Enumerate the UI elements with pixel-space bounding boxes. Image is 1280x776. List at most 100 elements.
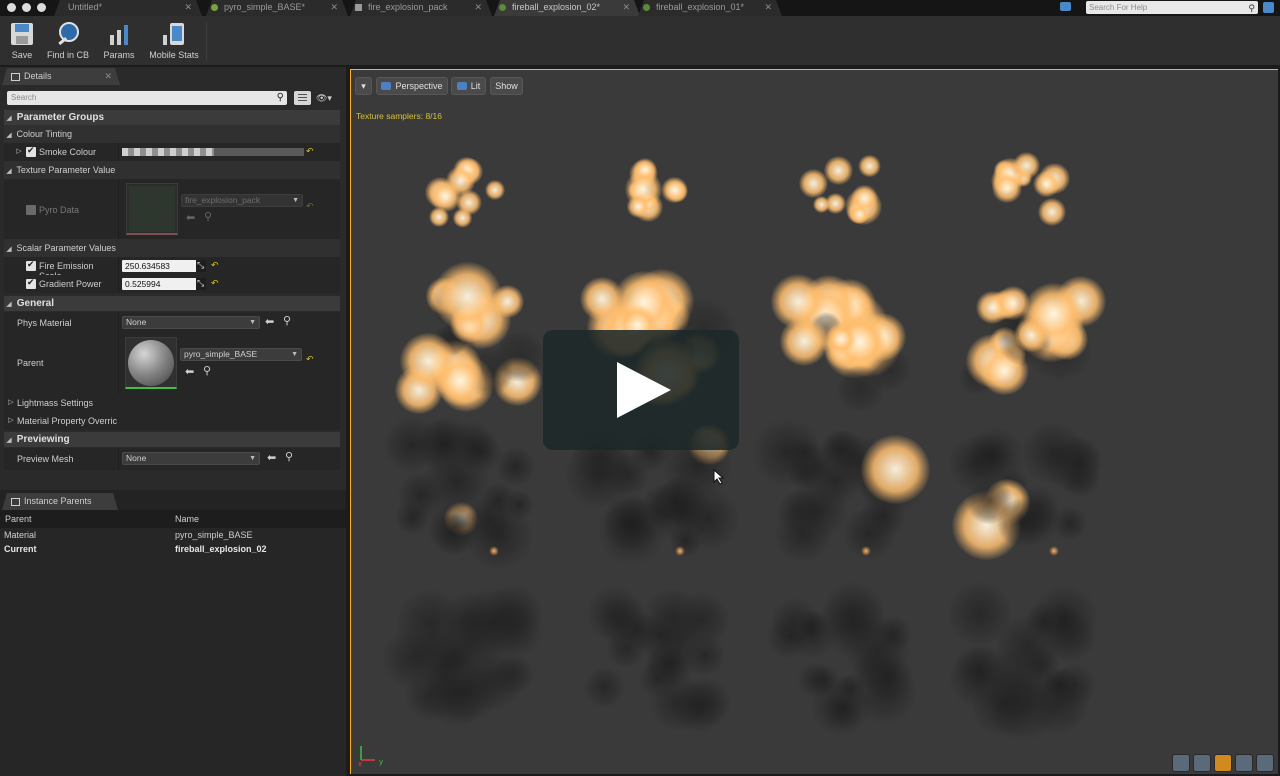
find-in-cb-button[interactable]: Find in CB — [44, 19, 92, 63]
details-tab-label: Details — [24, 71, 52, 81]
expand-arrow-icon[interactable]: ▷ — [14, 147, 24, 155]
perspective-button[interactable]: Perspective — [376, 77, 448, 95]
instance-parents-panel: Instance Parents Parent Name Material py… — [0, 490, 346, 776]
arrow-left-icon[interactable]: ⬅ — [185, 365, 194, 378]
smoke-colour-swatch[interactable] — [122, 148, 304, 156]
close-icon[interactable]: ✕ — [330, 0, 338, 15]
parent-label: Parent — [17, 358, 44, 368]
smoke-colour-checkbox[interactable] — [26, 145, 36, 157]
find-icon — [55, 21, 81, 47]
col-parent[interactable]: Parent — [5, 510, 32, 528]
close-icon[interactable]: ✕ — [104, 68, 112, 85]
save-button[interactable]: Save — [4, 19, 40, 63]
preview-cylinder-icon[interactable] — [1172, 754, 1190, 772]
window-close-icon[interactable] — [7, 3, 16, 12]
table-row[interactable]: Current fireball_explosion_02 — [0, 543, 346, 556]
viewport-options-button[interactable]: ▾ — [355, 77, 372, 95]
grid-icon[interactable] — [294, 91, 311, 105]
texture-parameter-group[interactable]: ◢ Texture Parameter Value — [4, 161, 340, 179]
tab-label: Untitled* — [68, 2, 103, 12]
table-row[interactable]: Material pyro_simple_BASE — [0, 529, 346, 542]
params-icon — [106, 21, 132, 47]
gradient-power-input[interactable]: 0.525994 — [122, 277, 206, 290]
mobile-stats-button[interactable]: Mobile Stats — [144, 19, 204, 63]
previewing-header[interactable]: ◢ Previewing — [4, 432, 340, 447]
material-instance-icon — [499, 4, 506, 11]
help-search-input[interactable]: Search For Help ⚲ — [1086, 1, 1258, 14]
phys-material-row: Phys Material None ▼ ⬅ ⚲ — [4, 312, 340, 334]
close-icon[interactable]: ✕ — [622, 0, 630, 15]
gradient-power-value: 0.525994 — [125, 279, 161, 289]
pyro-texture-dropdown[interactable]: fire_explosion_pack ▼ — [181, 194, 303, 207]
colour-tinting-group[interactable]: ◢ Colour Tinting — [4, 125, 340, 143]
general-header[interactable]: ◢ General — [4, 296, 340, 311]
axis-gizmo: xy — [357, 742, 383, 768]
parent-material-thumbnail[interactable] — [125, 337, 177, 389]
instance-parents-tab[interactable]: Instance Parents — [2, 493, 118, 510]
reset-arrow-icon[interactable]: ↶ — [306, 146, 314, 157]
gradient-power-checkbox[interactable] — [26, 277, 36, 289]
phys-material-value: None — [126, 317, 147, 327]
chat-icon[interactable] — [1060, 2, 1071, 11]
params-button[interactable]: Params — [100, 19, 138, 63]
lit-button[interactable]: Lit — [451, 77, 486, 95]
preview-cube-icon[interactable] — [1235, 754, 1253, 772]
arrow-left-icon[interactable]: ⬅ — [186, 211, 195, 224]
tab-fireball-explosion-02[interactable]: fireball_explosion_02* ✕ — [494, 0, 640, 16]
flipbook-frame — [749, 418, 930, 578]
play-button[interactable] — [543, 330, 739, 450]
details-search-input[interactable]: Search ⚲ — [7, 91, 287, 105]
arrow-left-icon[interactable]: ⬅ — [267, 451, 276, 464]
window-minimize-icon[interactable] — [22, 3, 31, 12]
fire-emission-input[interactable]: 250.634583 — [122, 259, 206, 272]
preview-sphere-icon[interactable] — [1193, 754, 1211, 772]
details-tab[interactable]: Details ✕ — [2, 68, 120, 85]
eye-icon[interactable]: 👁▾ — [316, 93, 338, 103]
lightmass-settings-row[interactable]: ▷ Lightmass Settings — [4, 394, 340, 412]
pyro-data-checkbox[interactable] — [26, 205, 36, 215]
tab-label: fireball_explosion_01* — [656, 2, 745, 12]
phys-material-dropdown[interactable]: None ▼ — [122, 316, 260, 329]
drag-spin-icon[interactable] — [196, 277, 206, 290]
fire-emission-checkbox[interactable] — [26, 259, 36, 271]
search-icon[interactable]: ⚲ — [1248, 2, 1255, 15]
close-icon[interactable]: ✕ — [474, 0, 482, 15]
window-maximize-icon[interactable] — [37, 3, 46, 12]
reset-arrow-icon[interactable]: ↶ — [211, 260, 219, 271]
magnifier-icon[interactable]: ⚲ — [204, 210, 212, 223]
col-name[interactable]: Name — [175, 510, 199, 528]
reset-arrow-icon[interactable]: ↶ — [211, 278, 219, 289]
mobile-stats-label: Mobile Stats — [149, 50, 199, 60]
preview-plane-icon[interactable] — [1214, 754, 1232, 772]
fire-emission-row: Fire Emission Scale 250.634583 ↶ — [4, 257, 340, 281]
arrow-left-icon[interactable]: ⬅ — [265, 315, 274, 328]
material-property-overrides-row[interactable]: ▷ Material Property Overric — [4, 412, 340, 430]
drag-spin-icon[interactable] — [196, 259, 206, 272]
find-label: Find in CB — [46, 50, 90, 60]
magnifier-icon[interactable]: ⚲ — [203, 364, 211, 377]
reset-arrow-icon[interactable]: ↶ — [306, 354, 314, 365]
parameter-groups-header[interactable]: ◢ Parameter Groups — [4, 110, 340, 125]
material-icon — [211, 4, 218, 11]
tab-untitled[interactable]: Untitled* ✕ — [54, 0, 202, 16]
reset-arrow-icon[interactable]: ↶ — [306, 201, 314, 212]
magnifier-icon[interactable]: ⚲ — [285, 450, 293, 463]
viewport-canvas[interactable]: ▾ Perspective Lit Show Texture samplers:… — [350, 69, 1278, 774]
pyro-texture-thumbnail[interactable] — [126, 183, 178, 235]
tab-pyro-simple-base[interactable]: pyro_simple_BASE* ✕ — [206, 0, 348, 16]
close-icon[interactable]: ✕ — [764, 0, 772, 15]
tab-fire-explosion-pack[interactable]: fire_explosion_pack ✕ — [350, 0, 492, 16]
close-icon[interactable]: ✕ — [184, 0, 192, 15]
tab-fireball-explosion-01[interactable]: fireball_explosion_01* ✕ — [638, 0, 782, 16]
scalar-parameter-group[interactable]: ◢ Scalar Parameter Values — [4, 239, 340, 257]
preview-mesh-dropdown[interactable]: None ▼ — [122, 452, 260, 465]
magnifier-icon[interactable]: ⚲ — [283, 314, 291, 327]
colour-tinting-label: Colour Tinting — [16, 129, 73, 139]
preview-mesh-row: Preview Mesh None ▼ ⬅ ⚲ — [4, 448, 340, 470]
show-button[interactable]: Show — [490, 77, 523, 95]
preview-mesh-icon[interactable] — [1256, 754, 1274, 772]
flipbook-frame — [381, 262, 551, 428]
parent-dropdown[interactable]: pyro_simple_BASE ▼ — [180, 348, 302, 361]
pin-icon[interactable] — [1263, 2, 1274, 13]
search-icon[interactable]: ⚲ — [277, 91, 284, 105]
